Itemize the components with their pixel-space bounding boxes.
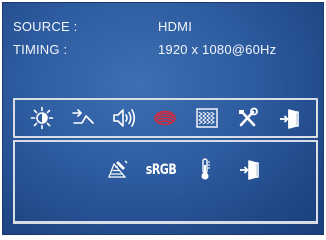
exit-icon[interactable] [275,105,303,131]
timing-label: TIMING : [13,42,68,57]
submenu-items: sRGB [103,156,263,182]
source-value: HDMI [158,19,193,34]
thermometer-icon[interactable] [191,156,219,182]
color-icon[interactable] [151,105,179,131]
picture-quality-icon[interactable] [193,105,221,131]
tools-setup-icon[interactable] [234,105,262,131]
brightness-contrast-icon[interactable] [28,105,56,131]
color-submenu-panel: sRGB [13,140,318,224]
submenu-exit-icon[interactable] [235,156,263,182]
main-menu-bar [13,98,318,138]
srgb-label: sRGB [145,160,177,178]
input-source-icon[interactable] [69,105,97,131]
monitor-osd-menu: SOURCE : HDMI TIMING : 1920 x 1080@60Hz [2,2,324,235]
color-temperature-user-icon[interactable] [103,156,131,182]
srgb-icon[interactable]: sRGB [145,156,177,182]
timing-value: 1920 x 1080@60Hz [158,42,277,57]
source-label: SOURCE : [13,19,78,34]
audio-speaker-icon[interactable] [110,105,138,131]
